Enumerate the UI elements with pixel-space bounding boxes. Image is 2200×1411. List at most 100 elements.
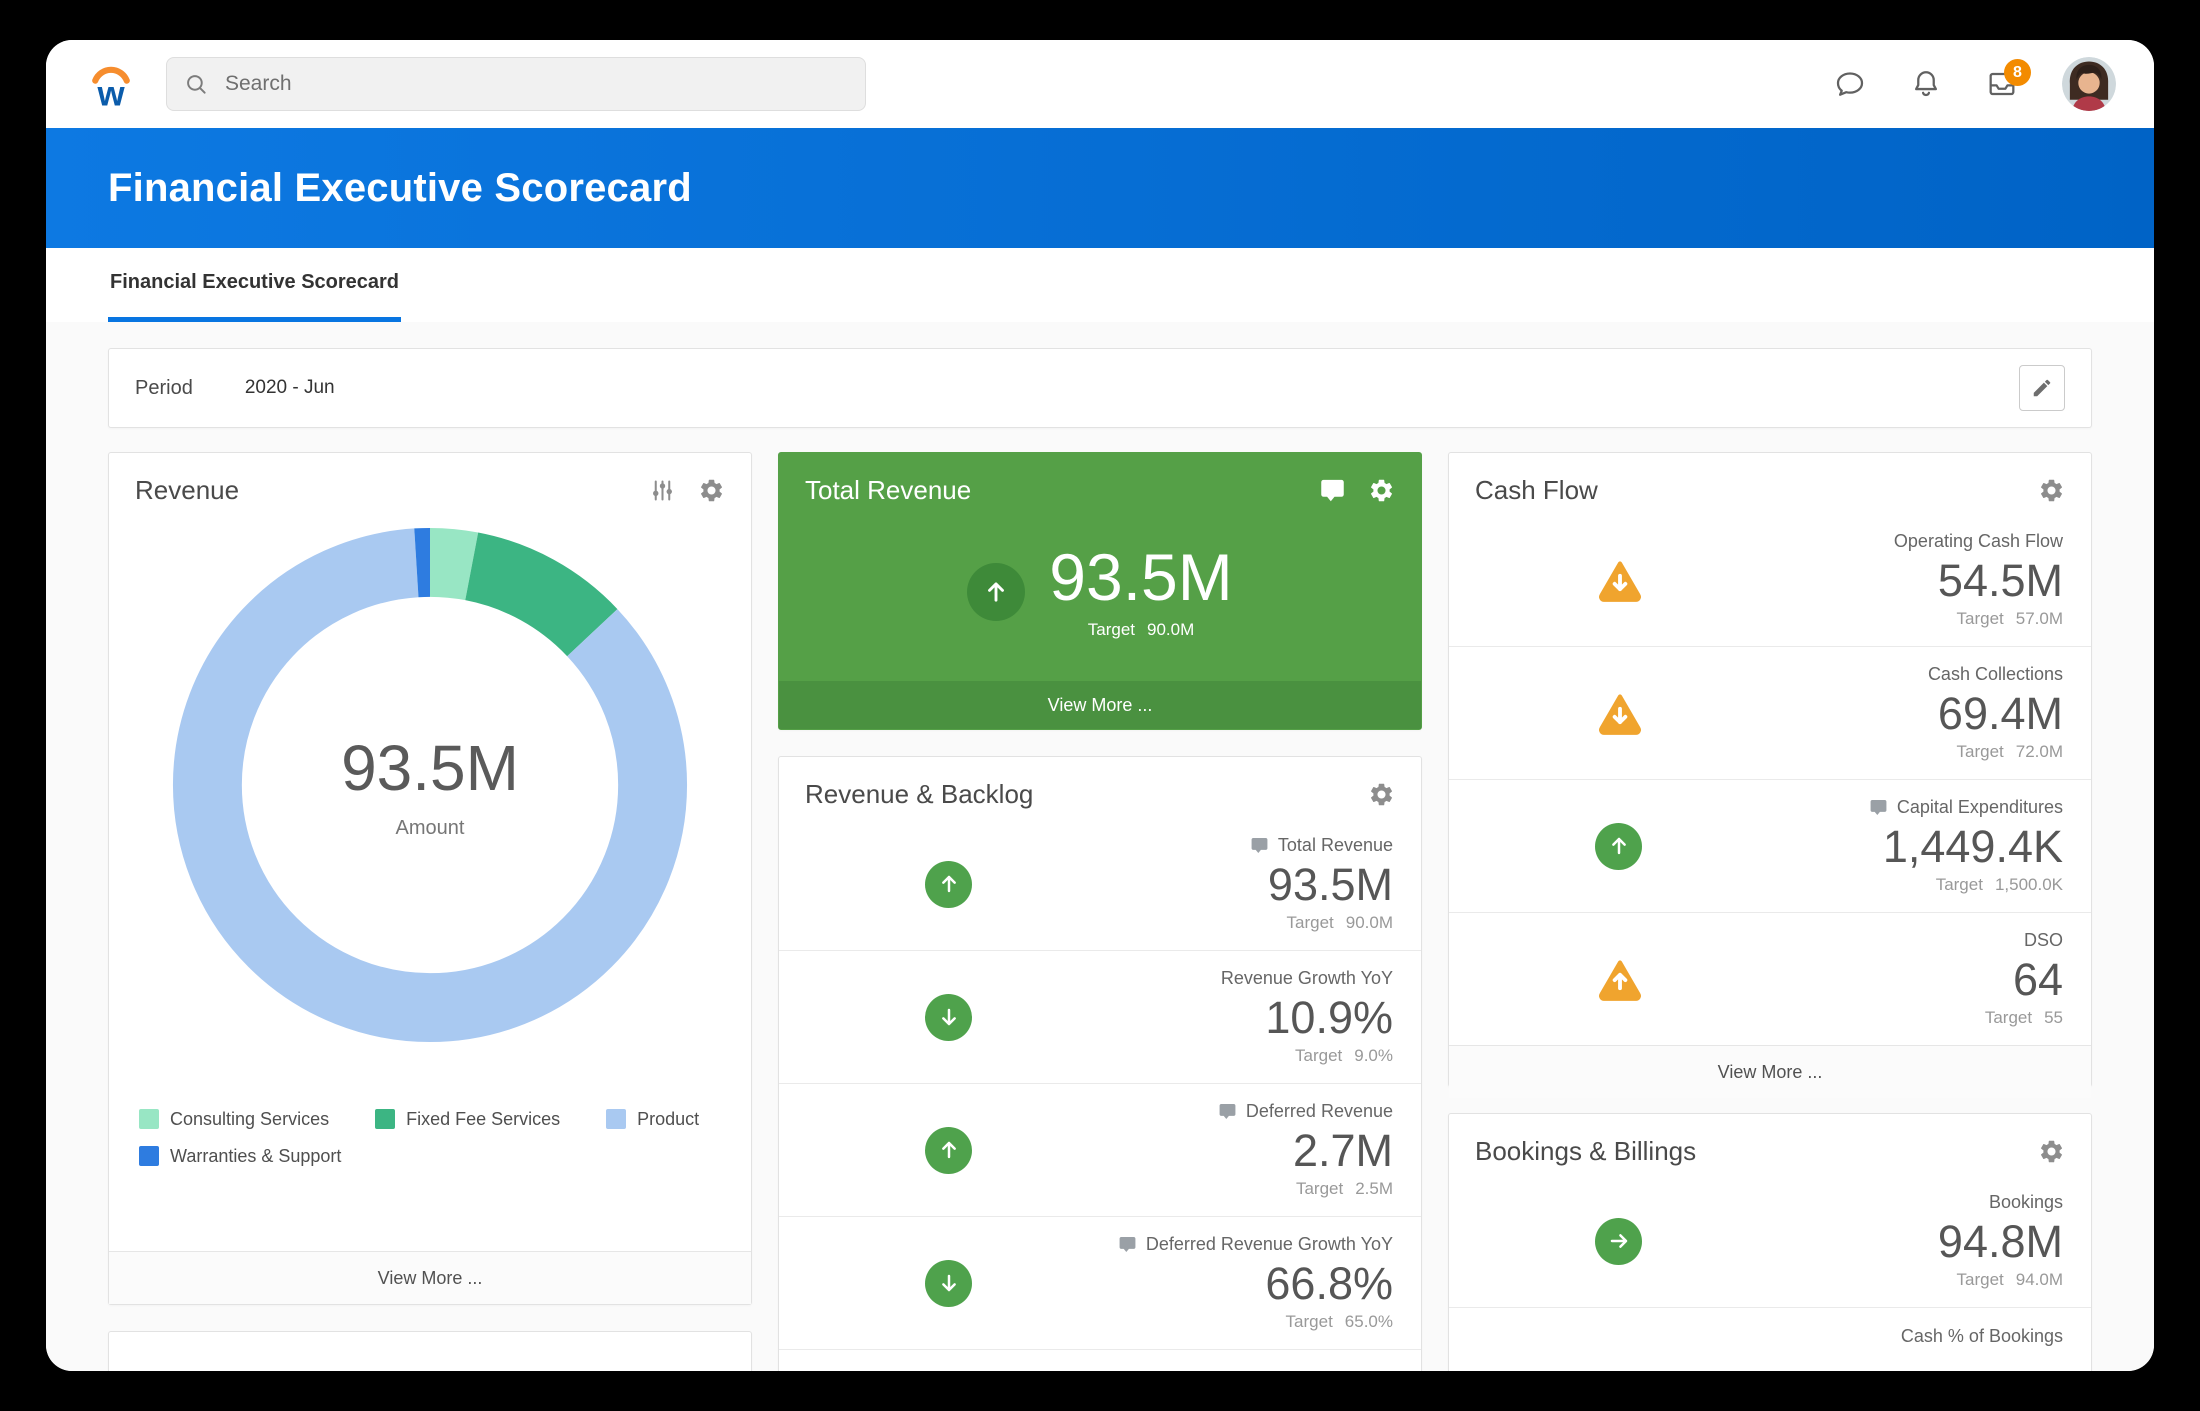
comment-icon [1319, 477, 1346, 504]
tab-financial-executive-scorecard[interactable]: Financial Executive Scorecard [108, 248, 401, 322]
gear-icon [2038, 1138, 2065, 1165]
revenue-backlog-title: Revenue & Backlog [805, 779, 1368, 810]
kpi-rows: Total Revenue 93.5M Target90.0M [779, 818, 1421, 1350]
page-title: Financial Executive Scorecard [108, 166, 692, 211]
view-more-link[interactable]: View More ... [1449, 1045, 2091, 1098]
kpi-label: Revenue Growth YoY [1221, 968, 1393, 989]
inbox-button[interactable]: 8 [1986, 68, 2018, 100]
kpi-row-dso[interactable]: DSO 64 Target55 [1449, 913, 2091, 1045]
comment-button[interactable] [1319, 477, 1346, 504]
sliders-icon [649, 477, 676, 504]
bell-icon [1910, 68, 1942, 100]
card-grid: Revenue [108, 452, 2092, 1371]
kpi-target: Target90.0M [972, 913, 1393, 933]
kpi-rows: Operating Cash Flow 54.5M Target57.0M [1449, 514, 2091, 1045]
view-more-link[interactable]: View More ... [109, 1251, 751, 1304]
view-more-link[interactable]: View More ... [779, 681, 1421, 729]
bookings-billings-title: Bookings & Billings [1475, 1136, 2038, 1167]
trend-up-icon [925, 861, 972, 908]
legend-swatch [139, 1109, 159, 1129]
svg-text:w: w [96, 74, 125, 111]
trend-down-icon [925, 994, 972, 1041]
legend-label: Consulting Services [170, 1109, 329, 1130]
legend-item: Product [606, 1109, 699, 1130]
trend-up-icon [925, 1127, 972, 1174]
comment-icon[interactable] [1118, 1235, 1137, 1254]
kpi-label: Cash Collections [1928, 664, 2063, 685]
kpi-row-cash-pct-of-bookings[interactable]: Cash % of Bookings [1449, 1308, 2091, 1371]
revenue-card-header: Revenue [109, 453, 751, 514]
legend-swatch [139, 1146, 159, 1166]
kpi-value: 2.7M [972, 1124, 1393, 1178]
total-revenue-value: 93.5M [1049, 544, 1232, 610]
cash-flow-title: Cash Flow [1475, 475, 2038, 506]
kpi-row-deferred-revenue[interactable]: Deferred Revenue 2.7M Target2.5M [779, 1084, 1421, 1217]
revenue-card: Revenue [108, 452, 752, 1305]
target-label: Target [1088, 620, 1135, 640]
kpi-row-deferred-revenue-growth-yoy[interactable]: Deferred Revenue Growth YoY 66.8% Target… [779, 1217, 1421, 1350]
app-window: w 8 [46, 40, 2154, 1371]
chart-config-button[interactable] [649, 477, 676, 504]
total-revenue-title: Total Revenue [805, 475, 1319, 506]
kpi-row-capital-expenditures[interactable]: Capital Expenditures 1,449.4K Target1,50… [1449, 780, 2091, 913]
total-revenue-target: Target 90.0M [1088, 620, 1195, 640]
target-value: 90.0M [1147, 620, 1194, 640]
chat-button[interactable] [1834, 68, 1866, 100]
kpi-row-bookings[interactable]: Bookings 94.8M Target94.0M [1449, 1175, 2091, 1308]
cash-flow-header: Cash Flow [1449, 453, 2091, 514]
total-revenue-header: Total Revenue [779, 453, 1421, 514]
kpi-label: DSO [2024, 930, 2063, 951]
card-settings-button[interactable] [1368, 781, 1395, 808]
page-header: Financial Executive Scorecard [46, 128, 2154, 248]
search-bar[interactable] [166, 57, 866, 111]
kpi-value: 93.5M [972, 858, 1393, 912]
bookings-billings-header: Bookings & Billings [1449, 1114, 2091, 1175]
card-settings-button[interactable] [2038, 1138, 2065, 1165]
kpi-row-operating-cash-flow[interactable]: Operating Cash Flow 54.5M Target57.0M [1449, 514, 2091, 647]
trend-down-icon [925, 1260, 972, 1307]
search-icon [183, 71, 209, 97]
edit-period-button[interactable] [2019, 365, 2065, 411]
kpi-row-revenue-growth-yoy[interactable]: Revenue Growth YoY 10.9% Target9.0% [779, 951, 1421, 1084]
kpi-label: Cash % of Bookings [1901, 1326, 2063, 1347]
revenue-card-actions [649, 477, 725, 504]
legend-item: Consulting Services [139, 1109, 329, 1130]
kpi-target: Target57.0M [1645, 609, 2063, 629]
period-bar: Period 2020 - Jun [108, 348, 2092, 428]
legend-item: Warranties & Support [139, 1146, 341, 1167]
kpi-value: 69.4M [1645, 687, 2063, 741]
comment-icon[interactable] [1869, 798, 1888, 817]
card-settings-button[interactable] [698, 477, 725, 504]
avatar[interactable] [2062, 57, 2116, 111]
kpi-value: 64 [1645, 953, 2063, 1007]
kpi-value: 54.5M [1645, 554, 2063, 608]
kpi-label: Deferred Revenue [1246, 1101, 1393, 1122]
workday-logo-icon: w [84, 57, 138, 111]
trend-up-icon [967, 563, 1025, 621]
notifications-button[interactable] [1910, 68, 1942, 100]
kpi-target: Target65.0% [972, 1312, 1393, 1332]
kpi-target: Target1,500.0K [1642, 875, 2063, 895]
column-1: Revenue [108, 452, 752, 1371]
revenue-backlog-card: Revenue & Backlog [778, 756, 1422, 1371]
column-2: Total Revenue [778, 452, 1422, 1371]
legend-item: Fixed Fee Services [375, 1109, 560, 1130]
kpi-target: Target94.0M [1642, 1270, 2063, 1290]
kpi-row-cash-collections[interactable]: Cash Collections 69.4M Target72.0M [1449, 647, 2091, 780]
column-3: Cash Flow Operating Cash Fl [1448, 452, 2092, 1371]
search-input[interactable] [223, 71, 849, 97]
kpi-label: Bookings [1989, 1192, 2063, 1213]
card-settings-button[interactable] [1368, 477, 1395, 504]
donut-svg [165, 520, 695, 1050]
kpi-label: Total Revenue [1278, 835, 1393, 856]
kpi-value: 10.9% [972, 991, 1393, 1045]
revenue-donut-chart: 93.5M Amount [165, 520, 695, 1050]
avatar-image [2062, 57, 2116, 111]
revenue-backlog-header: Revenue & Backlog [779, 757, 1421, 818]
kpi-value: 94.8M [1642, 1215, 2063, 1269]
workday-logo[interactable]: w [84, 57, 138, 111]
comment-icon[interactable] [1218, 1102, 1237, 1121]
kpi-row-total-revenue[interactable]: Total Revenue 93.5M Target90.0M [779, 818, 1421, 951]
card-settings-button[interactable] [2038, 477, 2065, 504]
comment-icon[interactable] [1250, 836, 1269, 855]
